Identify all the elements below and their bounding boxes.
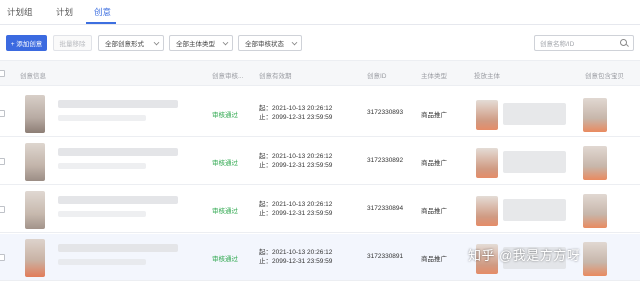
valid-from: 起：2021-10-13 20:26:12 xyxy=(259,105,333,112)
creative-id: 3172330891 xyxy=(367,253,404,260)
search-input[interactable]: 创意名称/ID xyxy=(534,35,634,51)
redacted-text xyxy=(58,259,146,265)
valid-to: 止：2099-12-31 23:59:59 xyxy=(259,162,333,169)
review-status-select[interactable]: 全部审核状态 xyxy=(238,35,302,51)
valid-to: 止：2099-12-31 23:59:59 xyxy=(259,210,333,217)
status-badge: 审核通过 xyxy=(212,112,238,119)
column-header: 创意包含宝贝 xyxy=(585,73,624,80)
valid-from: 起：2021-10-13 20:26:12 xyxy=(259,153,333,160)
creative-thumbnail xyxy=(25,239,45,277)
tab-plan[interactable]: 计划 xyxy=(56,6,73,18)
tab-bar: 计划组 计划 创意 xyxy=(0,0,640,25)
column-header: 创意信息 xyxy=(20,73,46,80)
redacted-text xyxy=(58,196,178,204)
batch-remove-button[interactable]: 批量移除 xyxy=(53,35,92,51)
creative-id: 3172330894 xyxy=(367,205,404,212)
subject-thumbnail xyxy=(476,148,498,178)
creative-thumbnail xyxy=(25,191,45,229)
subject-type: 商品推广 xyxy=(421,160,447,167)
redacted-text xyxy=(503,199,566,221)
subject-type: 商品推广 xyxy=(421,256,447,263)
valid-from: 起：2021-10-13 20:26:12 xyxy=(259,201,333,208)
row-checkbox[interactable] xyxy=(0,206,5,213)
column-header: 投放主体 xyxy=(474,73,500,80)
table-header: 创意信息 创意审核... 创意有效期 创意ID 主体类型 投放主体 创意包含宝贝 xyxy=(0,60,640,86)
creative-id: 3172330893 xyxy=(367,109,404,116)
creative-thumbnail xyxy=(25,95,45,133)
table-row: 审核通过 起：2021-10-13 20:26:12 止：2099-12-31 … xyxy=(0,138,640,185)
column-header: 主体类型 xyxy=(421,73,447,80)
valid-to: 止：2099-12-31 23:59:59 xyxy=(259,114,333,121)
redacted-text xyxy=(503,151,566,173)
select-all-checkbox[interactable] xyxy=(0,70,5,77)
column-header: 创意有效期 xyxy=(259,73,292,80)
redacted-text xyxy=(58,211,146,217)
chevron-down-icon xyxy=(153,39,160,46)
search-placeholder: 创意名称/ID xyxy=(540,41,575,48)
redacted-text xyxy=(503,103,566,125)
creative-format-select[interactable]: 全部创意形式 xyxy=(98,35,164,51)
review-status-value: 全部审核状态 xyxy=(245,41,284,48)
product-thumbnail xyxy=(583,194,607,228)
row-checkbox[interactable] xyxy=(0,254,5,261)
row-checkbox[interactable] xyxy=(0,110,5,117)
status-badge: 审核通过 xyxy=(212,208,238,215)
search-icon[interactable] xyxy=(620,39,627,46)
subject-type: 商品推广 xyxy=(421,208,447,215)
table-row: 审核通过 起：2021-10-13 20:26:12 止：2099-12-31 … xyxy=(0,186,640,233)
status-badge: 审核通过 xyxy=(212,256,238,263)
creative-thumbnail xyxy=(25,143,45,181)
redacted-text xyxy=(58,163,146,169)
table-row: 审核通过 起：2021-10-13 20:26:12 止：2099-12-31 … xyxy=(0,90,640,137)
creative-id: 3172330892 xyxy=(367,157,404,164)
valid-from: 起：2021-10-13 20:26:12 xyxy=(259,249,333,256)
subject-thumbnail xyxy=(476,100,498,130)
redacted-text xyxy=(58,115,146,121)
chevron-down-icon xyxy=(222,39,229,46)
column-header: 创意ID xyxy=(367,73,387,80)
subject-thumbnail xyxy=(476,196,498,226)
row-checkbox[interactable] xyxy=(0,158,5,165)
column-header: 创意审核... xyxy=(212,73,244,80)
product-thumbnail xyxy=(583,242,607,276)
redacted-text xyxy=(58,100,178,108)
redacted-text xyxy=(58,244,178,252)
redacted-text xyxy=(58,148,178,156)
creative-format-value: 全部创意形式 xyxy=(105,41,144,48)
tab-plan-group[interactable]: 计划组 xyxy=(7,6,33,18)
chevron-down-icon xyxy=(291,39,298,46)
watermark: 知乎 @我是方方呀 xyxy=(468,248,581,263)
subject-type-value: 全部主体类型 xyxy=(176,41,215,48)
subject-type-select[interactable]: 全部主体类型 xyxy=(169,35,233,51)
valid-to: 止：2099-12-31 23:59:59 xyxy=(259,258,333,265)
product-thumbnail xyxy=(583,98,607,132)
status-badge: 审核通过 xyxy=(212,160,238,167)
active-tab-indicator xyxy=(86,22,116,24)
tab-creative[interactable]: 创意 xyxy=(94,6,111,18)
product-thumbnail xyxy=(583,146,607,180)
subject-type: 商品推广 xyxy=(421,112,447,119)
add-creative-button[interactable]: + 添加创意 xyxy=(6,35,47,51)
